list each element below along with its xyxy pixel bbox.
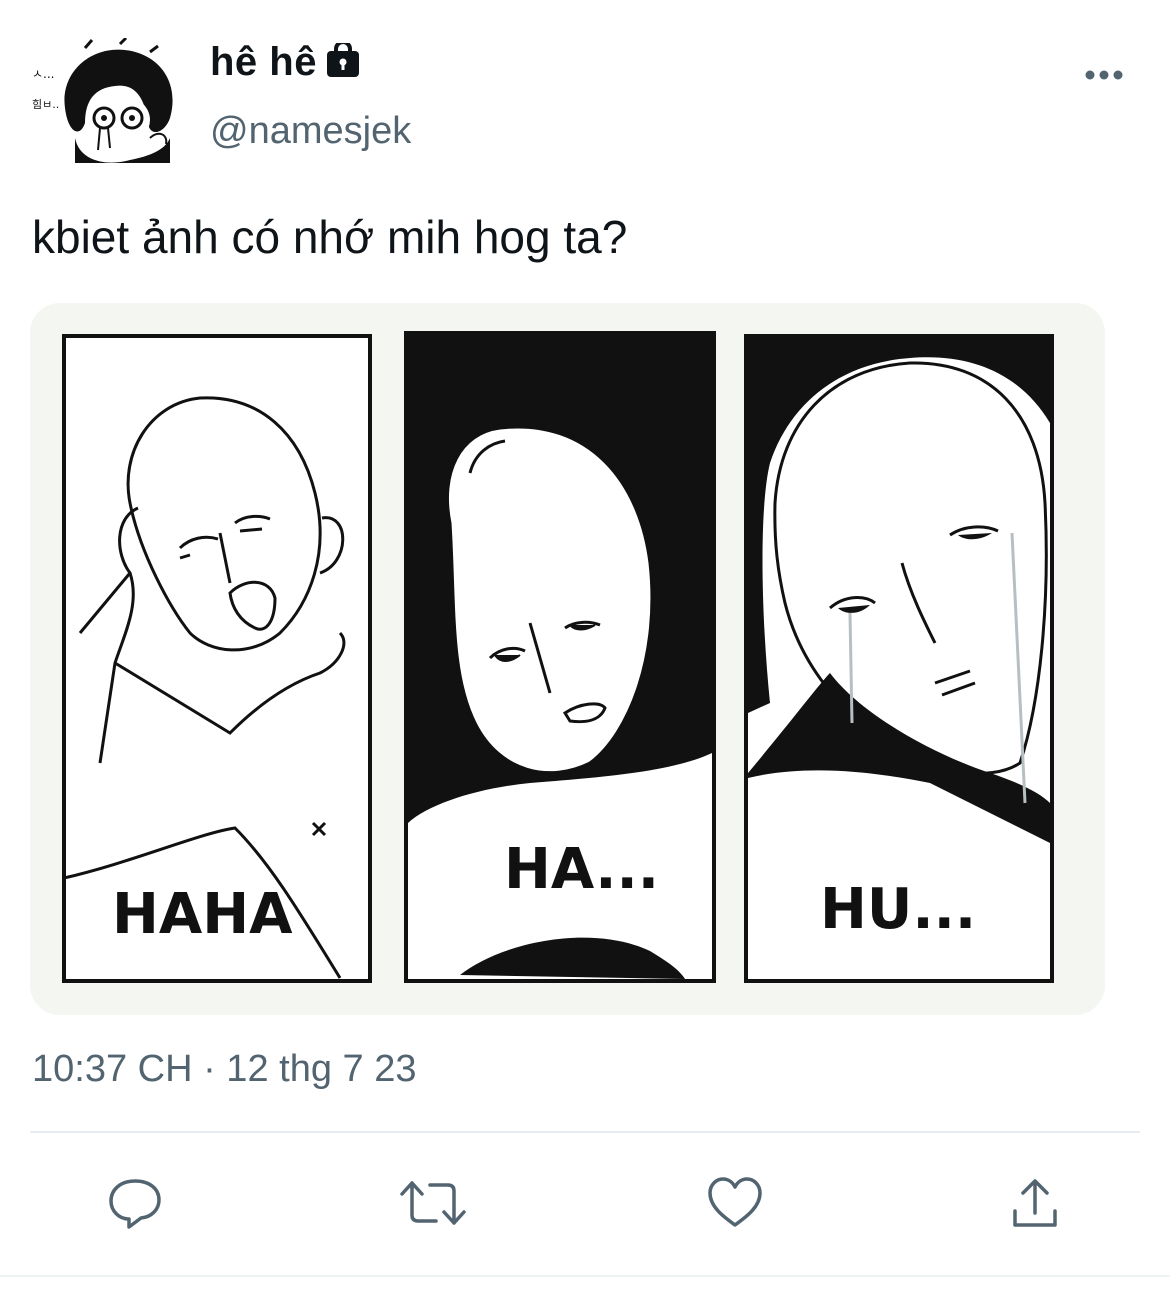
retweet-button[interactable] [398, 1168, 468, 1238]
svg-text:ㅅ...: ㅅ... [32, 67, 54, 81]
panel-3-caption: HU... [820, 877, 976, 942]
panel-1-caption: HAHA [112, 882, 293, 947]
tweet-timestamp[interactable]: 10:37 CH · 12 thg 7 23 [32, 1048, 416, 1091]
more-horizontal-icon [1085, 70, 1123, 80]
share-icon [1013, 1179, 1057, 1227]
avatar[interactable]: ㅅ... 힘ㅂ.. [30, 36, 180, 170]
share-button[interactable] [1000, 1168, 1070, 1238]
bottom-divider [0, 1275, 1170, 1277]
display-name-row[interactable]: hê hê [210, 39, 361, 85]
retweet-icon [400, 1181, 466, 1225]
divider [30, 1131, 1140, 1133]
display-name[interactable]: hê hê [210, 40, 317, 85]
tweet-text: kbiet ảnh có nhớ mih hog ta? [32, 211, 628, 263]
comic-panel-1: HAHA [62, 334, 372, 983]
user-handle[interactable]: @namesjek [210, 110, 411, 153]
heart-icon [708, 1177, 762, 1227]
reply-button[interactable] [100, 1168, 170, 1238]
avatar-image: ㅅ... 힘ㅂ.. [32, 36, 173, 170]
comic-image: HAHA HA... HU... [30, 303, 1105, 1015]
reply-icon [109, 1179, 161, 1229]
lock-icon [325, 39, 361, 79]
like-button[interactable] [700, 1168, 770, 1238]
panel-2-caption: HA... [504, 837, 659, 902]
comic-panel-2: HA... [404, 331, 716, 983]
tweet-media[interactable]: HAHA HA... HU... [30, 303, 1105, 1015]
comic-panel-3: HU... [744, 334, 1054, 983]
svg-text:힘ㅂ..: 힘ㅂ.. [32, 98, 59, 111]
more-options-button[interactable] [1082, 55, 1126, 95]
